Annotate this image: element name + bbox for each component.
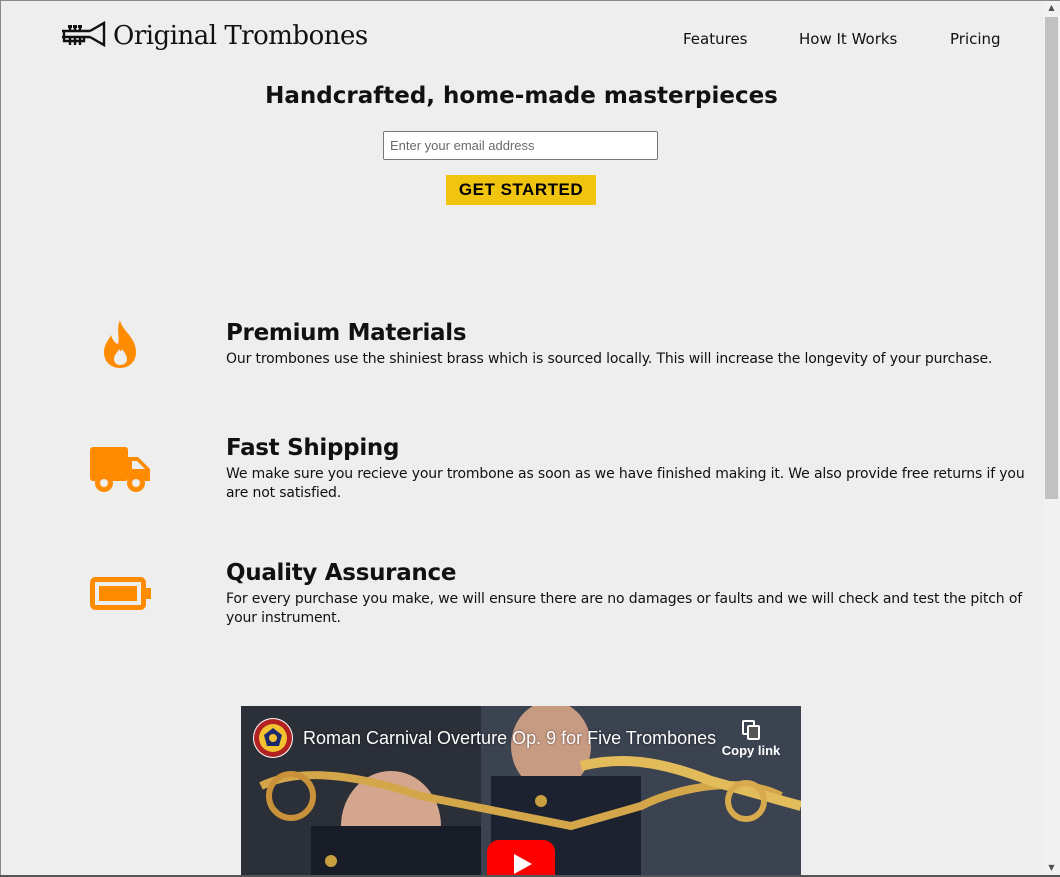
truck-icon [90, 447, 150, 492]
feature-description-premium-materials: Our trombones use the shiniest brass whi… [226, 351, 993, 367]
scroll-up-arrow-icon[interactable]: ▲ [1043, 1, 1060, 15]
copy-link-label: Copy link [721, 743, 781, 758]
battery-icon [90, 577, 151, 610]
vertical-scrollbar[interactable]: ▲ ▼ [1043, 1, 1060, 875]
email-input[interactable] [383, 131, 658, 160]
nav-link-pricing[interactable]: Pricing [950, 30, 1001, 48]
trumpet-logo-icon [62, 20, 106, 48]
get-started-button[interactable]: GET STARTED [446, 175, 596, 205]
play-button[interactable] [487, 840, 555, 875]
copy-icon [742, 720, 760, 740]
feature-title-fast-shipping: Fast Shipping [226, 435, 400, 461]
scrollbar-thumb[interactable] [1045, 17, 1058, 499]
copy-link-button[interactable]: Copy link [721, 720, 781, 758]
feature-title-quality-assurance: Quality Assurance [226, 560, 457, 586]
video-title[interactable]: Roman Carnival Overture Op. 9 for Five T… [303, 728, 716, 749]
nav-link-features[interactable]: Features [683, 30, 748, 48]
army-band-crest-icon [254, 719, 292, 757]
logo[interactable]: Original Trombones [60, 19, 368, 53]
channel-avatar[interactable] [253, 718, 293, 758]
fire-icon [104, 320, 136, 368]
scroll-down-arrow-icon[interactable]: ▼ [1043, 861, 1060, 875]
window-border-top [0, 0, 1060, 1]
nav-link-how-it-works[interactable]: How It Works [799, 30, 897, 48]
hero-title: Handcrafted, home-made masterpieces [265, 83, 778, 109]
feature-description-fast-shipping: We make sure you recieve your trombone a… [226, 466, 1025, 501]
feature-title-premium-materials: Premium Materials [226, 320, 467, 346]
video-embed[interactable]: Roman Carnival Overture Op. 9 for Five T… [241, 706, 801, 875]
feature-description-quality-assurance: For every purchase you make, we will ens… [226, 591, 1023, 626]
play-icon [514, 854, 532, 874]
window-border-left [0, 0, 1, 877]
logo-text: Original Trombones [113, 21, 368, 51]
